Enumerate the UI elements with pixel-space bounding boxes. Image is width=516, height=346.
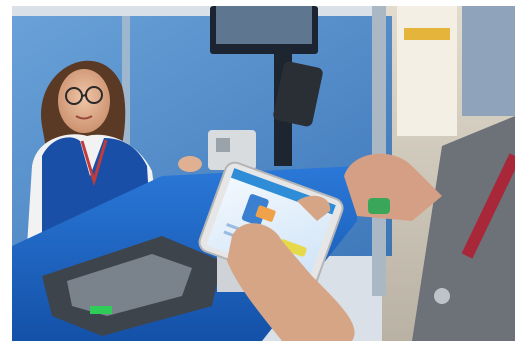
monitor-screen [216, 6, 312, 44]
glasses-bridge [81, 94, 87, 97]
photo-scene [12, 6, 515, 341]
cashier-face [58, 69, 110, 133]
partition-post [372, 6, 386, 296]
cashier-hand-right [178, 156, 202, 172]
store-display [462, 6, 515, 116]
store-sign-stripe [404, 28, 450, 40]
lanyard-clip [434, 288, 450, 304]
green-object [368, 198, 390, 214]
photo [12, 6, 515, 341]
store-shelf-sign [397, 6, 457, 136]
printer-slot [216, 138, 230, 152]
scanner-green-light [90, 306, 112, 314]
